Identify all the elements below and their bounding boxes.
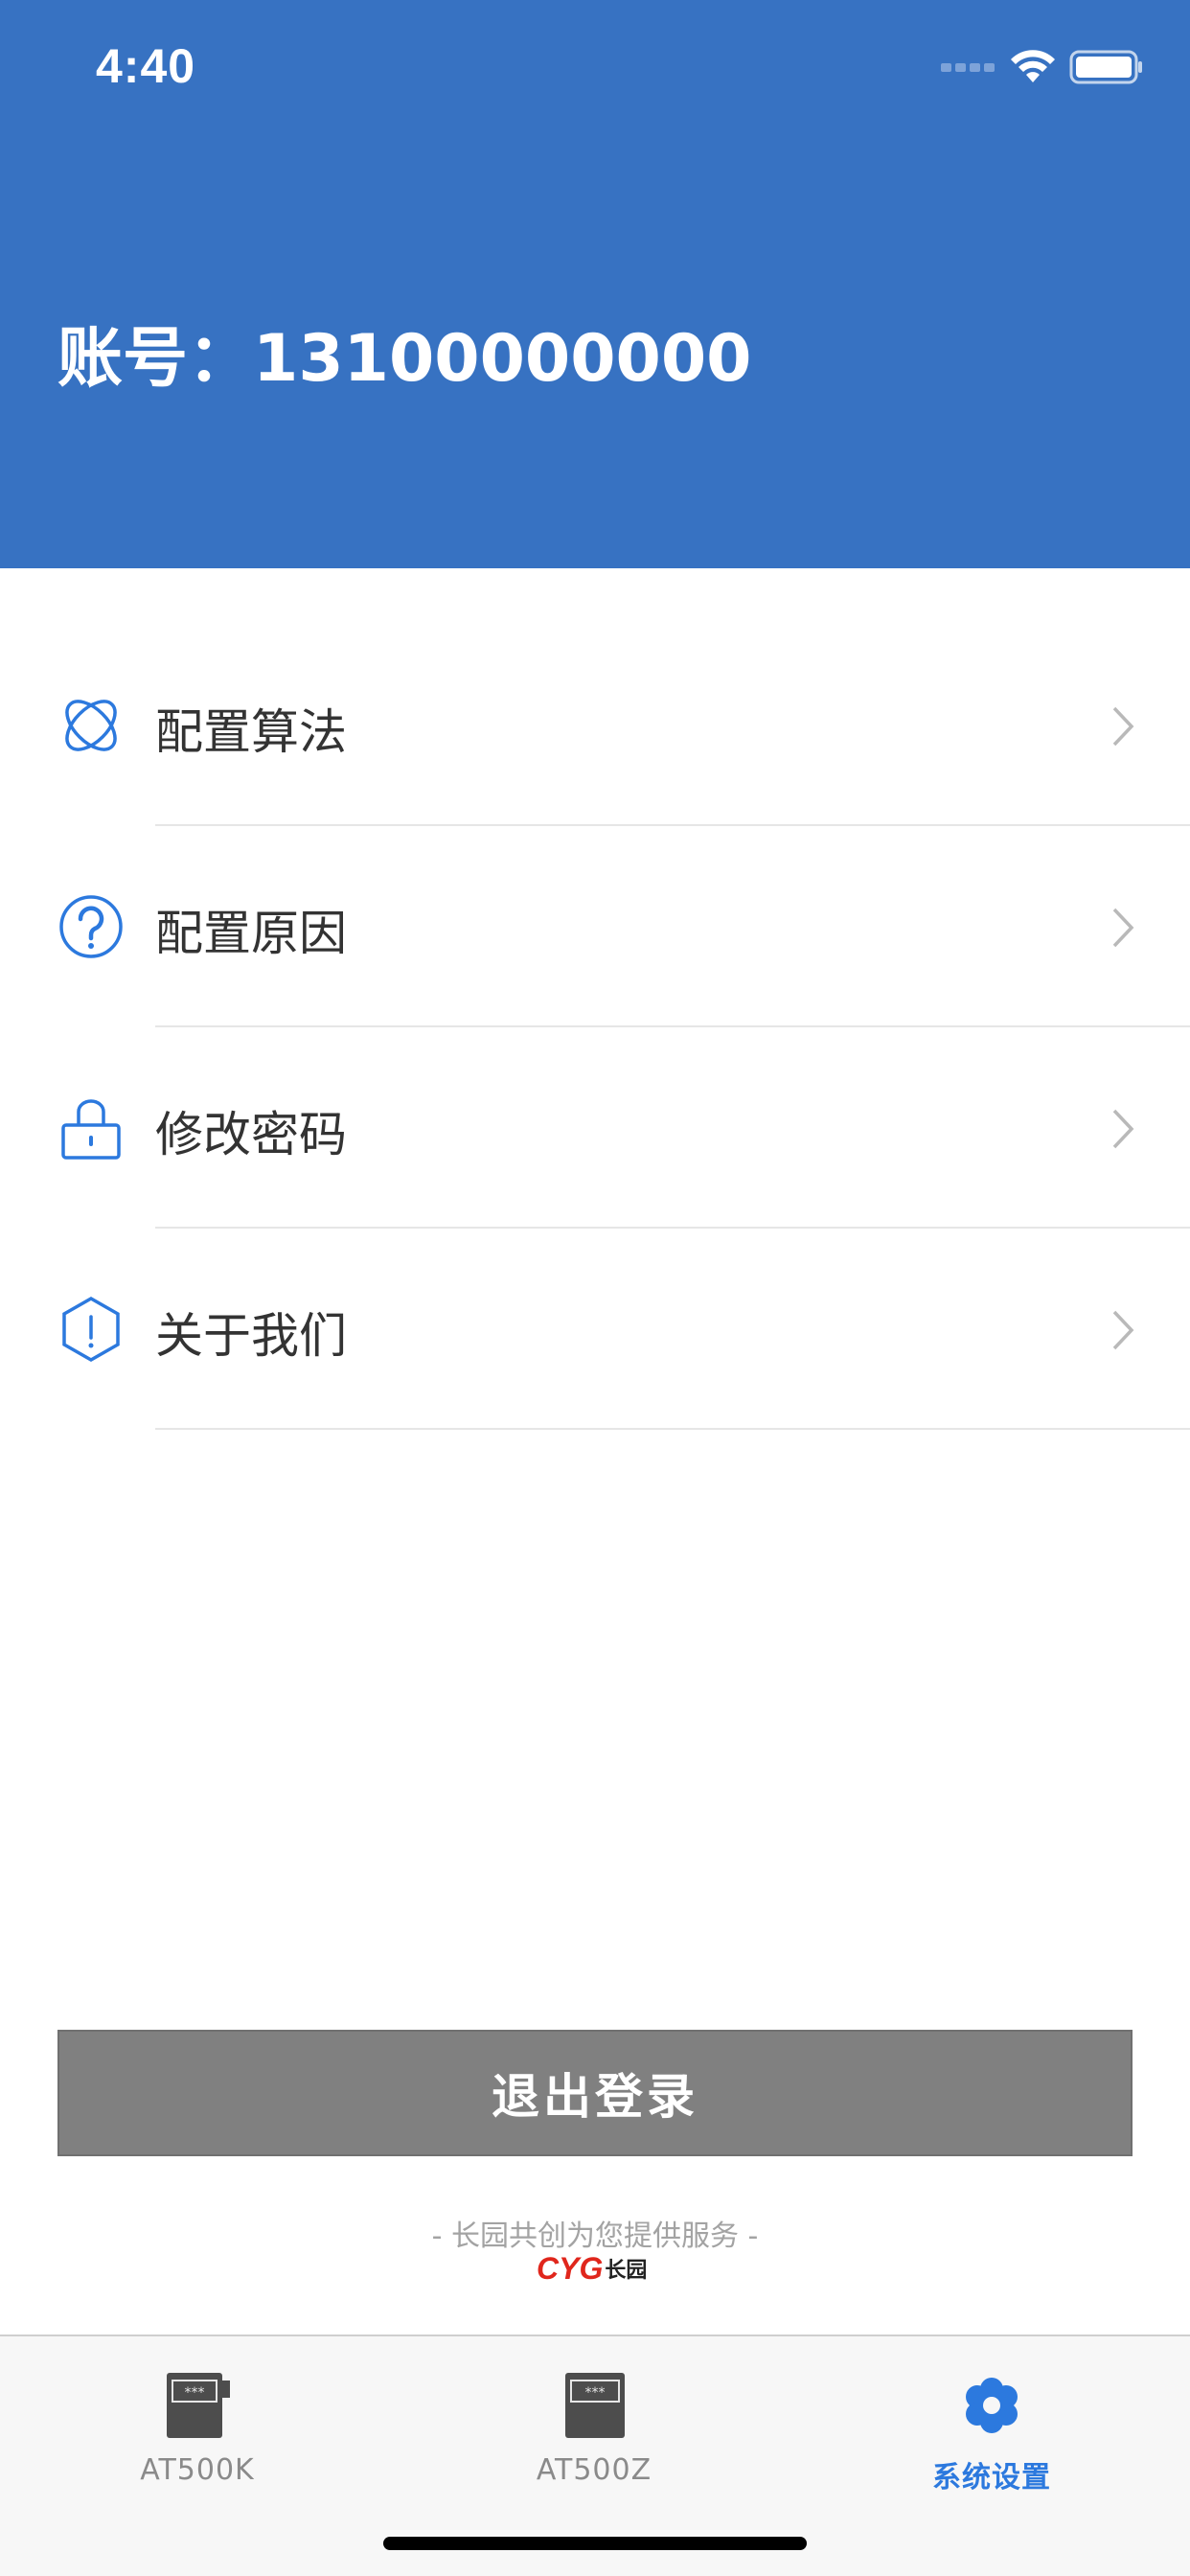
menu-item-label: 修改密码 [155,1107,347,1162]
svg-text:***: *** [185,2385,205,2401]
logout-button[interactable]: 退出登录 [57,2030,1133,2156]
account-number: 13100000000 [253,321,752,397]
account-display: 账号：13100000000 [57,305,751,400]
device-meter-icon: *** [167,2373,230,2438]
account-label: 账号： [57,321,254,397]
device-meter-icon: *** [565,2373,625,2438]
brand-logo-cn: 长园 [605,2259,648,2283]
menu-item-about-us[interactable]: 关于我们 [0,1229,1190,1430]
svg-text:***: *** [585,2385,606,2401]
wifi-icon [1011,50,1055,82]
chevron-right-icon [1112,1310,1134,1350]
chevron-right-icon [1112,706,1134,747]
menu-item-reason[interactable]: 配置原因 [0,826,1190,1027]
tab-label: AT500K [140,2453,255,2487]
settings-menu: 配置算法 配置原因 修改密码 关于我们 [0,625,1190,1430]
signal-icon [941,63,995,72]
menu-item-label: 关于我们 [155,1308,347,1364]
chevron-right-icon [1112,1109,1134,1149]
tab-label: 系统设置 [932,2461,1051,2495]
orbit-icon [65,700,117,751]
battery-icon [1069,50,1142,84]
tab-label: AT500Z [536,2453,652,2487]
home-indicator [383,2537,807,2550]
tab-at500z[interactable]: *** AT500Z [450,2350,738,2503]
menu-item-label: 配置算法 [155,704,347,760]
question-circle-icon [59,895,123,958]
menu-item-algorithm[interactable]: 配置算法 [0,625,1190,826]
brand-logo-text: CYG [537,2250,604,2286]
chevron-right-icon [1112,908,1134,948]
brand-logo: CYG 长园 [537,2250,653,2286]
menu-item-label: 配置原因 [155,906,347,961]
status-indicators [941,50,1144,84]
tab-system-settings[interactable]: 系统设置 [848,2350,1135,2503]
status-time: 4:40 [96,39,196,93]
lock-icon [61,1099,121,1160]
settings-gear-icon [966,2378,1018,2433]
hexagon-exclamation-icon [62,1296,120,1363]
divider [155,1428,1190,1430]
service-slogan: - 长园共创为您提供服务 - [431,2220,759,2253]
header-banner: 4:40 账号：13100000000 [0,0,1190,568]
menu-item-change-password[interactable]: 修改密码 [0,1027,1190,1229]
tab-at500k[interactable]: *** AT500K [54,2350,341,2503]
